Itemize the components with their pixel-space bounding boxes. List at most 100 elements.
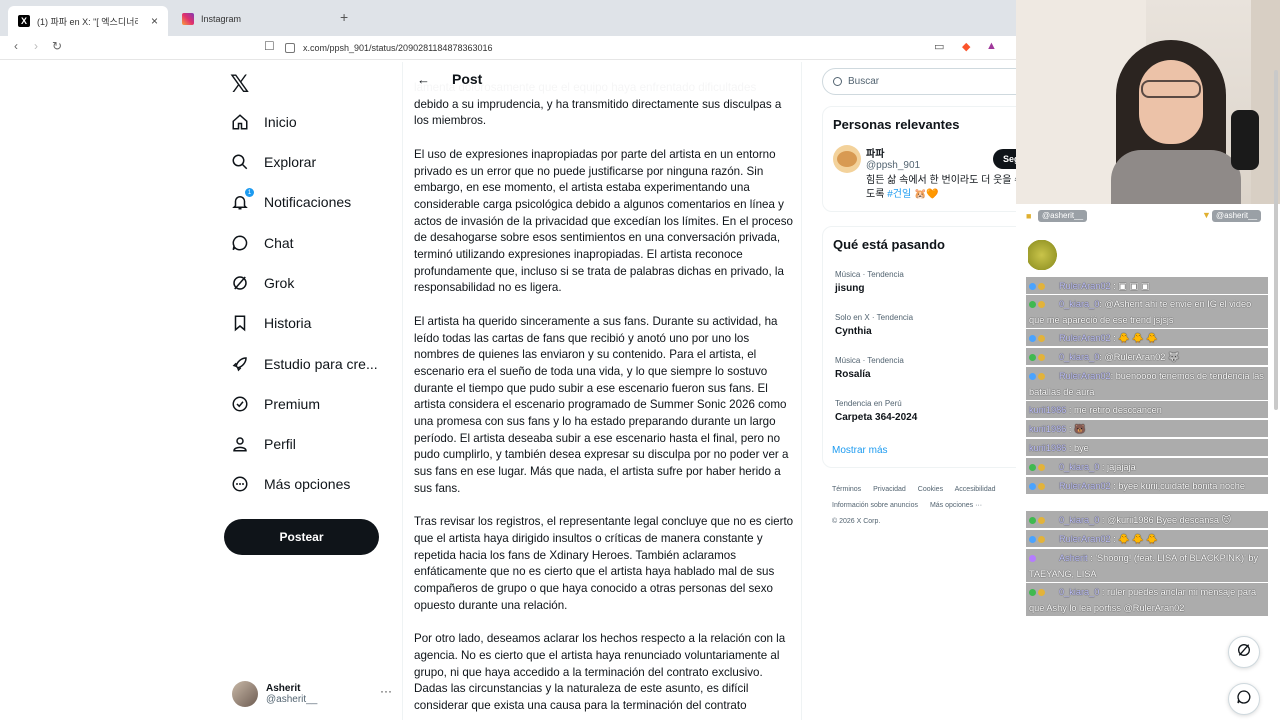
nav-item-estudio[interactable]: Estudio para cre... <box>230 350 378 378</box>
site-info-icon[interactable] <box>285 43 295 53</box>
nav-item-premium[interactable]: Premium <box>230 390 320 418</box>
article-paragraph: Tras revisar los registros, el represent… <box>414 515 794 612</box>
bio-hashtag[interactable]: #건일 <box>887 189 911 200</box>
trend-item[interactable]: Música · Tendencia Rosalía <box>835 356 904 380</box>
chat-message: Asherit : 'Shoong! (feat. LISA of BLACKP… <box>1026 549 1268 582</box>
more-dots-icon[interactable]: ··· <box>380 684 392 698</box>
messages-float-button[interactable] <box>1228 683 1260 715</box>
trend-item[interactable]: Música · Tendencia jisung <box>835 270 904 294</box>
follow-button[interactable]: Seguir <box>993 149 1016 169</box>
chat-emotes: 🐻 <box>1073 424 1086 434</box>
chat-text: : <box>1110 333 1116 343</box>
screen: X (1) 파파 en X: "[ 엑스디너리 히어 × Instagram +… <box>0 0 1280 720</box>
new-tab-icon[interactable]: + <box>340 9 348 25</box>
search-icon <box>833 77 842 86</box>
nav-item-notificaciones[interactable]: 1 Notificaciones <box>230 188 351 216</box>
footer-link[interactable]: Privacidad <box>873 486 906 493</box>
stream-chat: RulerAran02 : ▣ ▣ ▣ 0_kiara_0: @Asherit … <box>1026 277 1268 620</box>
footer-links: Términos Privacidad Cookies Accesibilida… <box>832 482 1016 530</box>
microphone-icon <box>1231 110 1259 170</box>
trend-item[interactable]: Tendencia en Perú Carpeta 364-2024 <box>835 399 917 423</box>
search-input[interactable]: Buscar <box>822 68 1016 95</box>
nav-label: Estudio para cre... <box>264 356 378 372</box>
grok-float-button[interactable] <box>1228 636 1260 668</box>
nav-item-historia[interactable]: Historia <box>230 309 311 337</box>
nav-item-mas-opciones[interactable]: Más opciones <box>230 470 350 498</box>
alert-username: @asherit__ <box>1038 210 1088 222</box>
card-title: Personas relevantes <box>833 117 960 132</box>
chat-emotes: 🐱 <box>1221 515 1232 525</box>
person-icon <box>230 434 250 454</box>
chat-text: : <box>1110 281 1116 291</box>
footer-link[interactable]: Información sobre anuncios <box>832 502 918 509</box>
footer-link[interactable]: Cookies <box>918 486 943 493</box>
chat-message: 0_kiara_0: @RulerAran02 🐺 <box>1026 348 1268 365</box>
post-article-text: lamenta dolorosamente que el equipo haya… <box>414 81 794 720</box>
footer-link[interactable]: Términos <box>832 486 861 493</box>
person-name[interactable]: 파파 <box>866 145 884 160</box>
nav-item-inicio[interactable]: Inicio <box>230 108 297 136</box>
grok-icon <box>230 273 250 293</box>
trend-name: Rosalía <box>835 369 871 380</box>
footer-link[interactable]: Más opciones ··· <box>930 502 982 509</box>
avatar[interactable] <box>833 145 861 173</box>
main-column: lamenta dolorosamente que el equipo haya… <box>402 62 802 720</box>
back-arrow-icon[interactable]: ← <box>417 72 430 87</box>
relevant-people-card: Personas relevantes 파파 @ppsh_901 Seguir … <box>822 106 1016 212</box>
page-scrollbar[interactable] <box>1274 70 1278 410</box>
cast-icon[interactable]: ▭ <box>934 40 944 53</box>
chat-text: : byee kurii,cuidate bonita noche <box>1113 481 1245 491</box>
chat-user: 0_kiara_0 <box>1059 587 1100 597</box>
show-more-link[interactable]: Mostrar más <box>832 445 888 456</box>
forward-icon[interactable]: › <box>34 39 38 53</box>
nav-item-chat[interactable]: Chat <box>230 229 294 257</box>
nav-label: Premium <box>264 396 321 412</box>
instagram-favicon-icon <box>182 13 194 25</box>
chat-message: RulerAran02: buenoooo tenemos de tendenc… <box>1026 367 1268 400</box>
close-tab-icon[interactable]: × <box>151 14 158 28</box>
article-paragraph: Por otro lado, deseamos aclarar los hech… <box>414 632 786 712</box>
chat-text: : <box>1110 534 1116 544</box>
chat-emotes: ▣ ▣ ▣ <box>1118 281 1150 291</box>
nav-item-perfil[interactable]: Perfil <box>230 430 296 458</box>
page-title: Post <box>452 71 483 87</box>
brave-rewards-icon[interactable]: ▲ <box>986 40 997 52</box>
chat-message: 0_kiara_0 : ruler puedes anclar mi mensa… <box>1026 583 1268 616</box>
brave-shield-icon[interactable]: ◆ <box>962 40 970 53</box>
nav-item-grok[interactable]: Grok <box>230 269 294 297</box>
bookmark-page-icon[interactable]: ☐ <box>264 39 275 53</box>
webcam-overlay <box>1016 0 1280 204</box>
address-bar[interactable]: x.com/ppsh_901/status/209028118487836301… <box>285 38 1005 58</box>
chat-user: Asherit <box>1059 553 1088 563</box>
article-paragraph: El uso de expresiones inapropiadas por p… <box>414 147 793 295</box>
chat-user: RulerAran02 <box>1059 333 1111 343</box>
chat-icon <box>1236 689 1252 710</box>
tab-label: (1) 파파 en X: "[ 엑스디너리 히어 <box>37 16 138 27</box>
chat-message: RulerAran02 : ▣ ▣ ▣ <box>1026 277 1268 294</box>
browser-toolbar: ‹ › ↻ ☐ x.com/ppsh_901/status/2090281184… <box>0 36 1016 60</box>
chat-user: kurii1986 <box>1029 424 1067 434</box>
trend-name: Cynthia <box>835 326 872 337</box>
bell-icon: 1 <box>230 188 254 212</box>
x-logo-icon[interactable]: 𝕏 <box>230 70 249 99</box>
trend-category: Música · Tendencia <box>835 270 904 279</box>
chat-message: kurii1986 : bye <box>1026 439 1268 456</box>
footer-link[interactable]: Accesibilidad <box>955 486 996 493</box>
account-switcher[interactable]: Asherit @asherit__ ··· <box>232 678 392 710</box>
post-button[interactable]: Postear <box>224 519 379 555</box>
tab-x-post[interactable]: X (1) 파파 en X: "[ 엑스디너리 히어 × <box>8 6 168 36</box>
reload-icon[interactable]: ↻ <box>52 39 62 53</box>
chat-user: RulerAran02 <box>1059 534 1111 544</box>
bookmark-icon <box>230 313 250 333</box>
back-icon[interactable]: ‹ <box>14 39 18 53</box>
chat-emotes: 🐥 🐥 🐥 <box>1118 534 1158 544</box>
alert-username: @asherit__ <box>1212 210 1262 222</box>
tab-instagram[interactable]: Instagram <box>172 6 332 32</box>
chat-text: : @kurii1986 Byee descansa <box>1101 515 1220 525</box>
nav-item-explorar[interactable]: Explorar <box>230 148 316 176</box>
chat-message: RulerAran02 : byee kurii,cuidate bonita … <box>1026 477 1268 494</box>
nav-label: Historia <box>264 315 312 331</box>
trend-category: Música · Tendencia <box>835 356 904 365</box>
avatar <box>232 681 258 707</box>
trend-item[interactable]: Solo en X · Tendencia Cynthia <box>835 313 913 337</box>
